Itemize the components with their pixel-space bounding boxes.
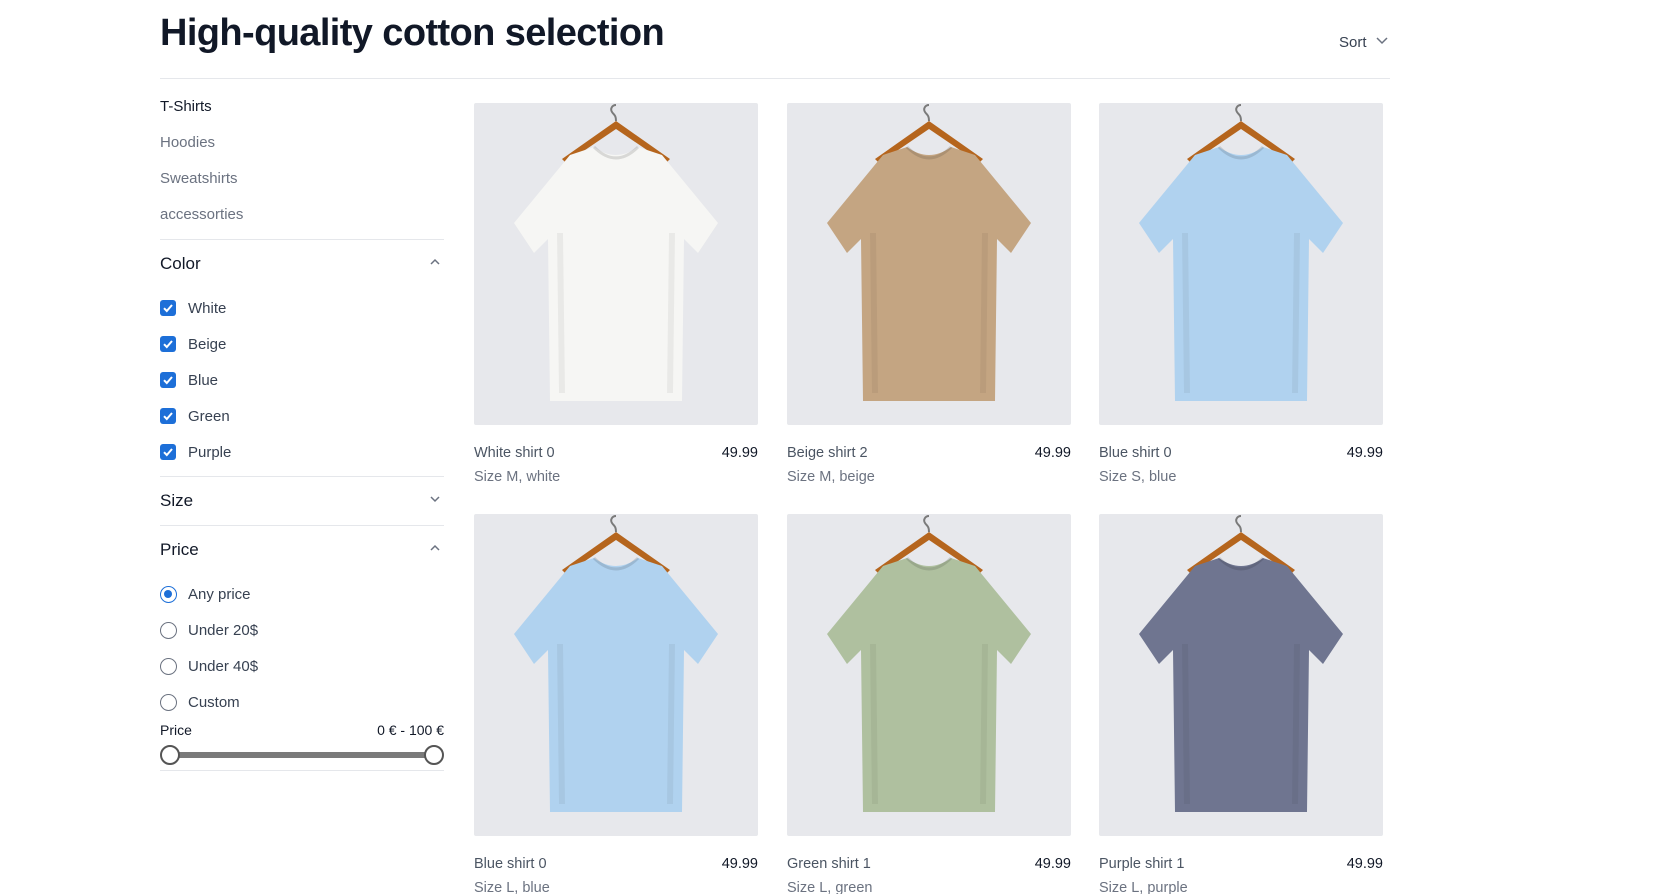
product-image[interactable] (787, 103, 1071, 425)
radio-icon[interactable] (160, 657, 177, 675)
page-title: High-quality cotton selection (160, 12, 665, 54)
header-divider (160, 78, 1390, 79)
product-title-row: Blue shirt 0 49.99 (1099, 445, 1383, 461)
t-shirt-on-hanger-icon (827, 104, 1031, 401)
price-range-value: 0 € - 100 € (377, 722, 444, 738)
color-option-purple[interactable]: Purple (160, 434, 444, 470)
checkbox-checked-icon[interactable] (160, 372, 176, 388)
product-card[interactable]: Blue shirt 0 49.99 Size S, blue (1099, 103, 1383, 485)
product-image[interactable] (787, 514, 1071, 836)
product-name: Beige shirt 2 (787, 445, 868, 461)
divider (160, 770, 444, 771)
slider-track[interactable] (170, 752, 434, 758)
product-card[interactable]: Blue shirt 0 49.99 Size L, blue (474, 514, 758, 894)
t-shirt-on-hanger-icon (514, 104, 718, 401)
product-card[interactable]: Green shirt 1 49.99 Size L, green (787, 514, 1071, 894)
product-name: Purple shirt 1 (1099, 856, 1185, 872)
sort-label: Sort (1339, 33, 1367, 51)
price-option-custom[interactable]: Custom (160, 684, 444, 720)
size-filter-title: Size (160, 491, 194, 510)
radio-selected-icon[interactable] (160, 585, 177, 603)
price-option-under-40[interactable]: Under 40$ (160, 648, 444, 684)
category-accessories[interactable]: accessorties (160, 206, 444, 242)
product-meta: Size L, purple (1099, 880, 1188, 894)
chevron-down-icon (428, 492, 444, 511)
color-filter-toggle[interactable]: Color (160, 240, 444, 288)
product-name: Blue shirt 0 (1099, 445, 1172, 461)
color-options: White Beige Blue Green Purple (160, 288, 444, 476)
chevron-up-icon (428, 255, 444, 274)
price-option-any[interactable]: Any price (160, 576, 444, 612)
checkbox-checked-icon[interactable] (160, 444, 176, 460)
product-meta: Size L, blue (474, 880, 550, 894)
category-list: T-Shirts Hoodies Sweatshirts accessortie… (160, 98, 444, 242)
product-card[interactable]: Purple shirt 1 49.99 Size L, purple (1099, 514, 1383, 894)
checkbox-checked-icon[interactable] (160, 408, 176, 424)
price-option-under-20[interactable]: Under 20$ (160, 612, 444, 648)
filter-sidebar: T-Shirts Hoodies Sweatshirts accessortie… (160, 98, 444, 771)
product-title-row: Green shirt 1 49.99 (787, 856, 1071, 872)
color-option-white[interactable]: White (160, 290, 444, 326)
category-sweatshirts[interactable]: Sweatshirts (160, 170, 444, 206)
color-option-label: Beige (188, 335, 227, 353)
price-option-label: Custom (188, 693, 240, 711)
slider-min-handle[interactable] (160, 745, 180, 765)
product-price: 49.99 (1346, 445, 1383, 461)
color-option-label: Blue (188, 371, 219, 389)
product-meta: Size L, green (787, 880, 873, 894)
sort-button[interactable]: Sort (1339, 33, 1389, 51)
price-range-label: Price (160, 722, 192, 738)
product-price: 49.99 (1346, 856, 1383, 872)
price-range-row: Price 0 € - 100 € (160, 722, 444, 738)
radio-icon[interactable] (160, 621, 177, 639)
price-options: Any price Under 20$ Under 40$ Custom (160, 574, 444, 720)
product-meta: Size M, white (474, 469, 561, 485)
chevron-down-icon (1375, 33, 1389, 51)
color-option-green[interactable]: Green (160, 398, 444, 434)
t-shirt-on-hanger-icon (827, 515, 1031, 812)
price-filter-toggle[interactable]: Price (160, 526, 444, 574)
slider-max-handle[interactable] (424, 745, 444, 765)
product-title-row: Beige shirt 2 49.99 (787, 445, 1071, 461)
product-meta: Size M, beige (787, 469, 875, 485)
product-price: 49.99 (721, 856, 758, 872)
checkbox-checked-icon[interactable] (160, 300, 176, 316)
product-price: 49.99 (1034, 856, 1071, 872)
color-option-label: White (188, 299, 227, 317)
t-shirt-on-hanger-icon (1139, 515, 1343, 812)
product-image[interactable] (1099, 514, 1383, 836)
color-option-beige[interactable]: Beige (160, 326, 444, 362)
color-filter-title: Color (160, 254, 201, 273)
radio-icon[interactable] (160, 693, 177, 711)
t-shirt-on-hanger-icon (1139, 104, 1343, 401)
price-filter-title: Price (160, 540, 199, 559)
product-image[interactable] (474, 514, 758, 836)
price-option-label: Any price (188, 585, 251, 603)
color-option-label: Green (188, 407, 230, 425)
product-price: 49.99 (1034, 445, 1071, 461)
color-option-label: Purple (188, 443, 232, 461)
product-card[interactable]: Beige shirt 2 49.99 Size M, beige (787, 103, 1071, 485)
product-card[interactable]: White shirt 0 49.99 Size M, white (474, 103, 758, 485)
product-meta: Size S, blue (1099, 469, 1177, 485)
price-option-label: Under 20$ (188, 621, 259, 639)
chevron-up-icon (428, 541, 444, 560)
product-price: 49.99 (721, 445, 758, 461)
price-option-label: Under 40$ (188, 657, 259, 675)
size-filter-toggle[interactable]: Size (160, 477, 444, 525)
product-title-row: Blue shirt 0 49.99 (474, 856, 758, 872)
checkbox-checked-icon[interactable] (160, 336, 176, 352)
product-name: Blue shirt 0 (474, 856, 547, 872)
product-image[interactable] (1099, 103, 1383, 425)
category-hoodies[interactable]: Hoodies (160, 134, 444, 170)
product-title-row: Purple shirt 1 49.99 (1099, 856, 1383, 872)
product-title-row: White shirt 0 49.99 (474, 445, 758, 461)
color-option-blue[interactable]: Blue (160, 362, 444, 398)
price-range-slider[interactable] (160, 742, 444, 766)
category-t-shirts[interactable]: T-Shirts (160, 98, 444, 134)
product-image[interactable] (474, 103, 758, 425)
t-shirt-on-hanger-icon (514, 515, 718, 812)
product-name: Green shirt 1 (787, 856, 871, 872)
product-name: White shirt 0 (474, 445, 555, 461)
